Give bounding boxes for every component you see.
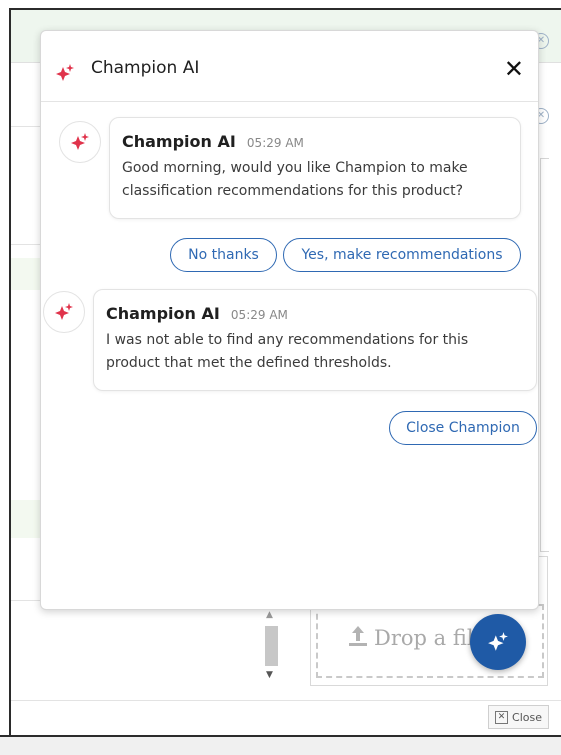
row-background <box>11 500 41 538</box>
scroll-up-arrow-icon[interactable]: ▲ <box>266 610 273 620</box>
message-sender: Champion AI <box>106 304 220 323</box>
divider <box>11 700 561 701</box>
sparkle-icon <box>488 632 508 651</box>
message-timestamp: 05:29 AM <box>246 136 304 150</box>
sparkle-icon <box>71 133 89 150</box>
row-background <box>11 258 41 290</box>
chat-message: Champion AI 05:29 AM I was not able to f… <box>93 289 537 391</box>
sparkle-icon <box>56 64 74 81</box>
assistant-avatar <box>43 291 85 333</box>
no-thanks-button[interactable]: No thanks <box>170 238 277 272</box>
make-recommendations-button[interactable]: Yes, make recommendations <box>283 238 521 272</box>
champion-ai-fab[interactable] <box>470 614 526 670</box>
window-frame-bottom <box>0 735 561 755</box>
message-text: Good morning, would you like Champion to… <box>122 160 468 199</box>
divider <box>11 244 41 245</box>
scroll-thumb[interactable] <box>265 626 278 666</box>
chat-header: Champion AI ✕ <box>41 31 538 102</box>
window-frame-left <box>9 8 11 737</box>
chat-message: Champion AI 05:29 AM Good morning, would… <box>109 117 521 219</box>
divider <box>11 126 41 127</box>
close-champion-button[interactable]: Close Champion <box>389 411 537 445</box>
message-text: I was not able to find any recommendatio… <box>106 332 469 371</box>
close-icon[interactable]: ✕ <box>504 55 524 83</box>
message-timestamp: 05:29 AM <box>230 308 288 322</box>
close-icon: ✕ <box>495 710 509 724</box>
footer-close-label: Close <box>512 710 542 724</box>
chat-title: Champion AI <box>91 58 200 78</box>
right-panel-edge <box>540 158 549 552</box>
message-sender: Champion AI <box>122 132 236 151</box>
assistant-avatar <box>59 121 101 163</box>
sparkle-icon <box>55 303 73 320</box>
upload-icon <box>349 626 367 646</box>
champion-chat-panel: Champion AI ✕ Champion AI 05:29 AM Good … <box>40 30 539 610</box>
scroll-down-arrow-icon[interactable]: ▼ <box>266 670 273 680</box>
scrollbar[interactable]: ▲ ▼ <box>262 610 280 686</box>
footer-close-button[interactable]: ✕ Close <box>488 705 549 729</box>
